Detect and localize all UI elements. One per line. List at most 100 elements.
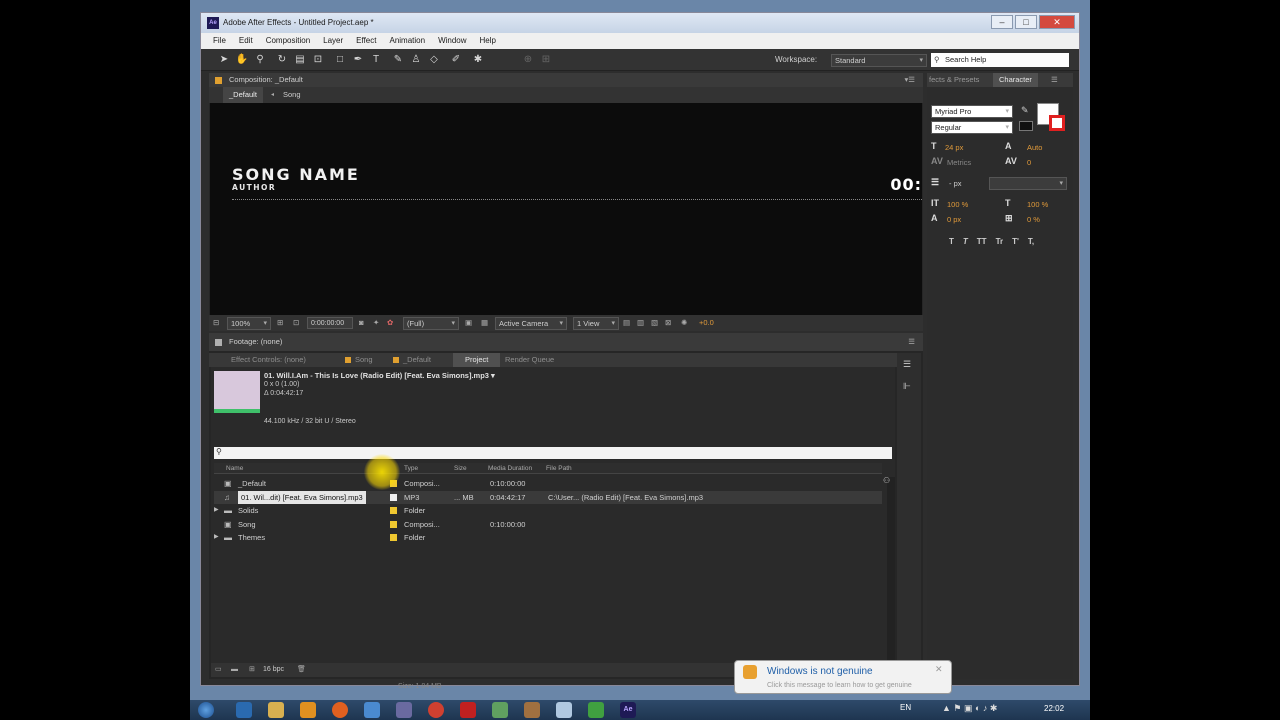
composition-panel-header[interactable]: Composition: _Default ▾☰ (209, 73, 923, 87)
font-family-select[interactable]: Myriad Pro (931, 105, 1013, 118)
pen-tool-icon[interactable]: ✒ (351, 53, 365, 67)
notice-close-icon[interactable]: ✕ (935, 664, 943, 675)
rectangle-tool-icon[interactable]: □ (333, 53, 347, 67)
project-item-row[interactable]: ▣ Song Composi... 0:10:00:00 (214, 518, 882, 531)
region-of-interest-icon[interactable]: ▣ (465, 315, 472, 331)
tab-effect-controls[interactable]: Effect Controls: (none) (219, 353, 306, 367)
green-app-icon[interactable] (588, 702, 604, 718)
tree-view-icon[interactable]: ⊩ (903, 381, 911, 392)
stroke-order-select[interactable] (989, 177, 1067, 190)
col-file-path[interactable]: File Path (546, 463, 572, 474)
current-time-field[interactable]: 0:00:00:00 (307, 317, 353, 329)
safe-areas-icon[interactable]: ⊞ (277, 315, 283, 331)
vim-icon[interactable] (492, 702, 508, 718)
exposure-value[interactable]: +0.0 (699, 315, 714, 331)
file-explorer-icon[interactable] (268, 702, 284, 718)
mask-visibility-icon[interactable]: ⊡ (293, 315, 299, 331)
all-caps-button[interactable]: TT (977, 237, 987, 246)
firefox-icon[interactable] (332, 702, 348, 718)
menu-effect[interactable]: Effect (356, 33, 376, 49)
show-snapshot-icon[interactable]: ✦ (373, 315, 379, 331)
internet-explorer-icon[interactable] (236, 702, 252, 718)
camera-select[interactable]: Active Camera (495, 317, 567, 330)
eyedropper-icon[interactable]: ✎ (1021, 105, 1029, 116)
baseline-shift-value[interactable]: 0 px (947, 215, 961, 224)
title-bar[interactable]: Ae Adobe After Effects - Untitled Projec… (201, 13, 1079, 33)
selected-item-title[interactable]: 01. Will.I.Am - This Is Love (Radio Edit… (264, 371, 495, 380)
label-color-swatch[interactable] (390, 507, 397, 514)
settings-app-icon[interactable] (396, 702, 412, 718)
project-item-row[interactable]: ▶ ▬ Themes Folder (214, 531, 882, 544)
tray-icons[interactable]: ▲ ⚑ ▣ ◐ ♪ ✱ (942, 703, 997, 714)
list-view-icon[interactable]: ☰ (903, 359, 911, 370)
always-preview-icon[interactable]: ⊟ (213, 315, 219, 331)
small-caps-button[interactable]: Tr (996, 237, 1004, 246)
axis-mode-icon[interactable]: ⊕ (521, 53, 535, 67)
exposure-icon[interactable]: ✺ (681, 315, 687, 331)
menu-file[interactable]: File (213, 33, 226, 49)
start-button-icon[interactable] (198, 702, 214, 718)
clock[interactable]: 22:02 (1044, 704, 1064, 713)
menu-edit[interactable]: Edit (239, 33, 253, 49)
tab-render-queue[interactable]: Render Queue (493, 353, 554, 367)
clone-stamp-tool-icon[interactable]: ♙ (409, 53, 423, 67)
flowchart-icon[interactable]: ⚇ (883, 476, 890, 485)
faux-bold-button[interactable]: T (949, 237, 954, 246)
rotate-tool-icon[interactable]: ↻ (275, 53, 289, 67)
font-size-value[interactable]: 24 px (945, 143, 963, 152)
col-size[interactable]: Size (454, 463, 467, 474)
roto-brush-tool-icon[interactable]: ✐ (449, 53, 463, 67)
tab-song[interactable]: Song (343, 353, 373, 367)
panel-menu-icon[interactable]: ▾☰ (905, 73, 916, 87)
flow-item-song[interactable]: Song (283, 87, 301, 103)
eraser-tool-icon[interactable]: ◇ (427, 53, 441, 67)
snapshot-icon[interactable]: ◙ (359, 315, 364, 331)
project-item-row[interactable]: ♫ 01. Wil...dit) [Feat. Eva Simons].mp3 MP… (214, 490, 882, 504)
horizontal-scale-value[interactable]: 100 % (1027, 200, 1048, 209)
menu-window[interactable]: Window (438, 33, 466, 49)
project-item-row[interactable]: ▶ ▬ Solids Folder (214, 504, 882, 517)
tracking-value[interactable]: 0 (1027, 158, 1031, 167)
hand-tool-icon[interactable]: ✋ (235, 53, 249, 67)
footage-panel-header[interactable]: Footage: (none) ☰ (209, 333, 923, 351)
col-name[interactable]: Name (226, 463, 243, 474)
stroke-width-value[interactable]: - px (949, 179, 962, 188)
label-color-swatch[interactable] (390, 480, 397, 487)
font-style-select[interactable]: Regular (931, 121, 1013, 134)
faux-italic-button[interactable]: T (963, 237, 968, 246)
view-layout-select[interactable]: 1 View (573, 317, 619, 330)
tab-default[interactable]: _Default (391, 353, 431, 367)
kerning-value[interactable]: Metrics (947, 158, 971, 167)
new-composition-icon[interactable]: ⊞ (249, 663, 255, 677)
interpret-footage-icon[interactable]: ▭ (215, 663, 222, 677)
col-media-duration[interactable]: Media Duration (488, 463, 532, 474)
composition-viewer[interactable]: SONG NAME AUTHOR 00: (210, 103, 922, 315)
project-item-row[interactable]: ▣ _Default Composi... 0:10:00:00 (214, 477, 882, 490)
label-color-swatch[interactable] (390, 520, 397, 528)
resolution-select[interactable]: (Full) (403, 317, 459, 330)
channel-icon[interactable]: ✿ (387, 315, 393, 331)
toggle-pixel-aspect-icon[interactable]: ▤ (623, 315, 630, 331)
tsume-value[interactable]: 0 % (1027, 215, 1040, 224)
brush-tool-icon[interactable]: ✎ (391, 53, 405, 67)
label-color-swatch[interactable] (390, 493, 397, 501)
black-white-swatch[interactable] (1019, 121, 1033, 131)
menu-animation[interactable]: Animation (389, 33, 425, 49)
fast-previews-icon[interactable]: ▥ (637, 315, 644, 331)
puppet-tool-icon[interactable]: ✱ (471, 53, 485, 67)
expand-triangle-icon[interactable]: ▶ (214, 531, 219, 544)
workspace-select[interactable]: Standard (831, 54, 927, 67)
flowchart-icon[interactable]: ⊠ (665, 315, 671, 331)
subscript-button[interactable]: T, (1028, 237, 1034, 246)
flow-item-default[interactable]: _Default (223, 87, 263, 103)
superscript-button[interactable]: T' (1012, 237, 1019, 246)
selection-tool-icon[interactable]: ➤ (217, 53, 231, 67)
timeline-icon[interactable]: ▧ (651, 315, 658, 331)
bit-depth-button[interactable]: 16 bpc (263, 663, 284, 677)
app-icon[interactable] (524, 702, 540, 718)
project-scrollbar[interactable] (887, 477, 895, 673)
maximize-button[interactable]: □ (1015, 15, 1037, 29)
project-search-input[interactable]: ⚲ (214, 447, 892, 459)
minimize-button[interactable]: – (991, 15, 1013, 29)
new-folder-icon[interactable]: ▬ (231, 663, 238, 677)
